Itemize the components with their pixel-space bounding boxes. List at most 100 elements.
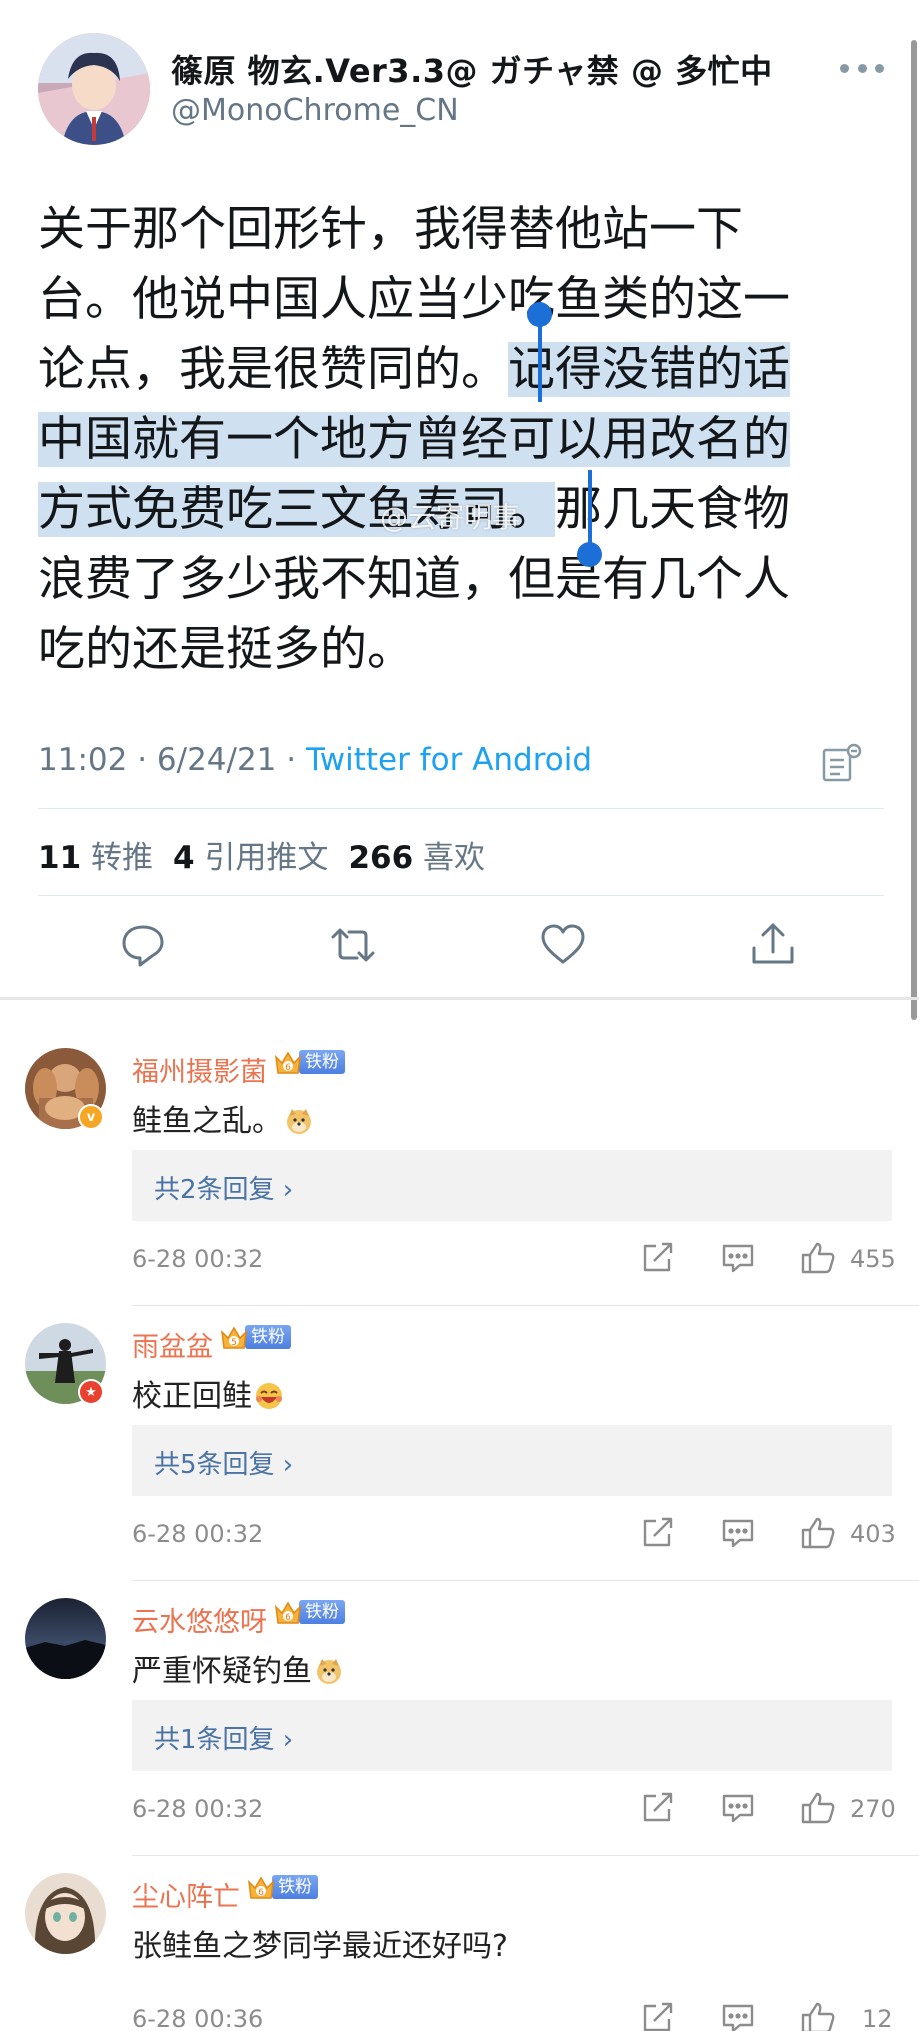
comment-like-count: 455 [850,1245,896,1273]
fan-level: 6 [258,1888,264,1898]
commenter-name[interactable]: 尘心阵亡 [132,1875,240,1914]
thumbs-up-icon[interactable] [800,2001,836,2031]
reply-count-link[interactable]: 共2条回复 › [154,1169,293,1206]
share-icon[interactable] [750,922,796,968]
comment-text-content: 鲑鱼之乱。 [132,1104,282,1139]
tweet-time: 11:02 · 6/24/21 · [38,742,306,778]
quote-label[interactable]: 引用推文 [204,840,328,876]
tweet-text-line: 吃的还是挺多的。 [38,615,878,685]
fan-level: 6 [285,1063,291,1073]
comment-text-content: 严重怀疑钓鱼 [132,1654,312,1689]
comment-time: 6-28 00:32 [132,1245,264,1273]
comment-like-count: 270 [850,1795,896,1823]
reply-count-link[interactable]: 共5条回复 › [154,1444,293,1481]
comment-icon[interactable] [720,1791,756,1825]
fan-label: 铁粉 [299,1050,345,1074]
reply-summary[interactable]: 共5条回复 › [132,1425,892,1496]
quote-count[interactable]: 4 [173,840,195,876]
retweet-count[interactable]: 11 [38,840,81,876]
fan-badge[interactable]: 5 铁粉 [219,1323,291,1351]
reply-icon[interactable] [120,922,166,968]
comment-text: 张鲑鱼之梦同学最近还好吗? [132,1921,508,1965]
text-segment: 浪费了多少我不知道，但是有几个人 [38,552,790,607]
divider [38,895,884,896]
forward-icon[interactable] [640,2001,676,2031]
author-handle[interactable]: @MonoChrome_CN [171,93,459,128]
thumbs-up-icon[interactable] [800,1516,836,1550]
crown-icon: 6 [273,1047,303,1077]
tweet-source-link[interactable]: Twitter for Android [306,742,592,778]
commenter-name[interactable]: 福州摄影菌 [132,1050,267,1089]
comment-icon[interactable] [720,1241,756,1275]
fan-label: 铁粉 [245,1325,291,1349]
tweet-text-line: 浪费了多少我不知道，但是有几个人 [38,545,878,615]
comment-divider [132,1305,919,1306]
author-name[interactable]: 篠原 物玄.Ver3.3@ ガチャ禁 @ 多忙中 [171,46,773,92]
forward-icon[interactable] [640,1516,676,1550]
scrollbar-thumb[interactable] [911,40,917,1020]
comment-text: 严重怀疑钓鱼 [132,1646,344,1690]
reply-summary[interactable]: 共2条回复 › [132,1150,892,1221]
fan-label: 铁粉 [299,1600,345,1624]
watermark: @云寄明事 [380,501,521,534]
fan-level: 5 [231,1338,237,1348]
selected-text: 记得没错的话 [508,342,790,397]
commenter-name[interactable]: 雨盆盆 [132,1325,213,1364]
text-segment: 关于那个回形针，我得替他站一下 [38,202,743,257]
fan-label: 铁粉 [272,1875,318,1899]
verified-badge-icon: v [78,1104,104,1130]
laughing-emoji-icon [254,1381,284,1411]
selection-handle-end-knob[interactable] [577,542,602,567]
text-segment: 台。他说中国人应当少吃鱼类的这一 [38,272,790,327]
retweet-label[interactable]: 转推 [91,840,153,876]
text-segment: 论点，我是很赞同的。 [38,342,508,397]
forward-icon[interactable] [640,1791,676,1825]
verified-badge-text: v [86,1109,96,1125]
comment-time: 6-28 00:32 [132,1520,264,1548]
forward-icon[interactable] [640,1241,676,1275]
retweet-icon[interactable] [330,922,376,968]
tweet-text-line: 论点，我是很赞同的。记得没错的话 [38,335,878,405]
tweet-text-line: 关于那个回形针，我得替他站一下 [38,195,878,265]
comment-time: 6-28 00:36 [132,2005,264,2031]
doge-emoji-icon [284,1106,314,1136]
thumbs-up-icon[interactable] [800,1241,836,1275]
like-count[interactable]: 266 [348,840,413,876]
author-avatar[interactable] [38,33,150,145]
more-icon[interactable] [840,58,884,78]
commenter-avatar[interactable] [25,1598,106,1679]
fan-badge[interactable]: 6 铁粉 [246,1873,318,1901]
comment-divider [132,1580,919,1581]
reply-summary[interactable]: 共1条回复 › [132,1700,892,1771]
fan-badge[interactable]: 6 铁粉 [273,1598,345,1626]
like-label[interactable]: 喜欢 [423,840,485,876]
analytics-icon[interactable] [820,742,864,784]
comment-divider [132,1855,919,1856]
selection-handle-start-knob[interactable] [527,302,552,327]
fan-badge[interactable]: 6 铁粉 [273,1048,345,1076]
verified-badge-text: ★ [85,1384,97,1400]
divider [38,808,884,809]
commenter-avatar[interactable] [25,1873,106,1954]
scrollbar-track[interactable] [911,0,919,1020]
crown-icon: 5 [219,1322,249,1352]
tweet-text-line: 台。他说中国人应当少吃鱼类的这一 [38,265,878,335]
reply-count-link[interactable]: 共1条回复 › [154,1719,293,1756]
comment-icon[interactable] [720,1516,756,1550]
tweet-text-line: 中国就有一个地方曾经可以用改名的 [38,405,878,475]
verified-badge-icon: ★ [78,1379,104,1405]
tweet-meta: 11:02 · 6/24/21 · Twitter for Android [38,742,592,778]
tweet-stats: 11 转推 4 引用推文 266 喜欢 [38,832,485,877]
section-separator [0,997,919,1000]
commenter-name[interactable]: 云水悠悠呀 [132,1600,267,1639]
doge-emoji-icon [314,1656,344,1686]
tweet-text: 关于那个回形针，我得替他站一下 台。他说中国人应当少吃鱼类的这一 论点，我是很赞同的… [38,195,878,685]
heart-icon[interactable] [540,922,586,968]
comment-text-content: 张鲑鱼之梦同学最近还好吗? [132,1929,508,1964]
fan-level: 6 [285,1613,291,1623]
comment-time: 6-28 00:32 [132,1795,264,1823]
comment-icon[interactable] [720,2001,756,2031]
crown-icon: 6 [273,1597,303,1627]
comment-text: 鲑鱼之乱。 [132,1096,314,1140]
thumbs-up-icon[interactable] [800,1791,836,1825]
